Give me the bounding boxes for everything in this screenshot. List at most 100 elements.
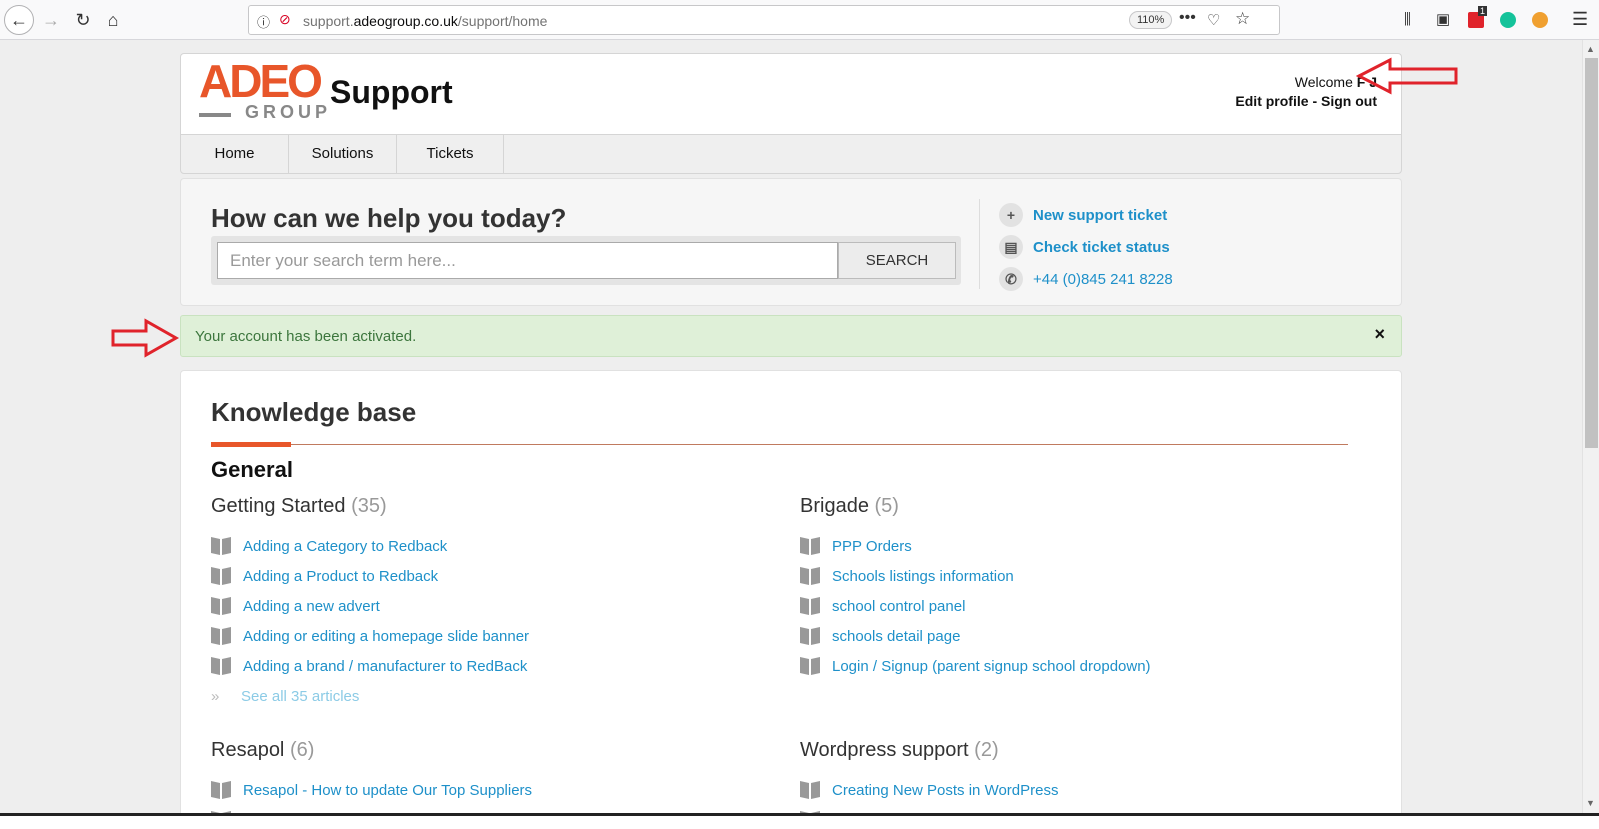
forward-icon[interactable]: → [36, 5, 66, 35]
book-icon [800, 538, 820, 554]
scroll-thumb[interactable] [1585, 58, 1598, 448]
help-title: How can we help you today? [211, 203, 567, 233]
article-link[interactable]: Login / Signup (parent signup school dro… [800, 651, 1360, 681]
book-icon [211, 658, 231, 674]
category-name[interactable]: Getting Started [211, 495, 346, 517]
home-icon[interactable]: ⌂ [98, 5, 128, 35]
search-form: SEARCH [211, 236, 961, 285]
category-name[interactable]: Wordpress support [800, 739, 969, 761]
book-icon [211, 538, 231, 554]
logo[interactable]: ADEO [199, 58, 323, 104]
kb-title: Knowledge base [211, 397, 417, 427]
category-name[interactable]: Brigade [800, 495, 869, 517]
pocket-icon[interactable]: ♡ [1207, 11, 1220, 29]
grammarly-icon[interactable] [1500, 12, 1516, 28]
more-actions-icon[interactable]: ••• [1179, 9, 1196, 27]
article-title[interactable]: Resapol - How to update Our Top Supplier… [243, 782, 532, 799]
category-count: (6) [289, 739, 315, 761]
phone-number: +44 (0)845 241 8228 [1033, 270, 1173, 288]
kb-rule [211, 444, 1348, 445]
check-status-label: Check ticket status [1033, 238, 1170, 256]
scroll-up-icon[interactable]: ▲ [1586, 44, 1595, 54]
bookmark-star-icon[interactable]: ☆ [1235, 9, 1250, 29]
category-header[interactable]: Resapol (6) [211, 739, 771, 775]
page-scrollbar[interactable]: ▲ ▼ [1582, 40, 1599, 813]
tab-solutions[interactable]: Solutions [289, 135, 397, 173]
article-link[interactable]: PPP Orders [800, 531, 1360, 561]
url-text[interactable]: support.adeogroup.co.uk/support/home [303, 13, 547, 29]
honey-icon[interactable] [1532, 12, 1548, 28]
check-status-link[interactable]: ▤ Check ticket status [999, 231, 1173, 263]
phone-link[interactable]: ✆ +44 (0)845 241 8228 [999, 263, 1173, 295]
article-title[interactable]: Creating New Posts in WordPress [832, 782, 1058, 799]
document-icon: ▤ [999, 235, 1023, 259]
category-header[interactable]: Getting Started (35) [211, 495, 771, 531]
category-brigade: Brigade (5) PPP Orders Schools listings … [800, 495, 1360, 681]
article-title[interactable]: Adding a Product to Redback [243, 568, 438, 585]
article-title[interactable]: Schools listings information [832, 568, 1014, 585]
book-icon [211, 568, 231, 584]
article-link[interactable]: Creating New Posts in WordPress [800, 775, 1360, 805]
category-header[interactable]: Brigade (5) [800, 495, 1360, 531]
alert-message: Your account has been activated. [195, 328, 417, 345]
book-icon [211, 628, 231, 644]
edit-profile-link[interactable]: Edit profile [1235, 93, 1308, 109]
help-links: + New support ticket ▤ Check ticket stat… [999, 199, 1173, 295]
address-bar[interactable]: ⓘ ⊘ support.adeogroup.co.uk/support/home… [248, 5, 1280, 35]
welcome-label: Welcome [1294, 74, 1353, 90]
new-ticket-label: New support ticket [1033, 206, 1168, 224]
article-link[interactable]: Adding a Category to Redback [211, 531, 771, 561]
see-all-label[interactable]: See all 35 articles [241, 688, 359, 705]
zoom-indicator[interactable]: 110% [1129, 11, 1173, 29]
insecure-lock-icon[interactable]: ⊘ [279, 11, 291, 28]
annotation-arrow-right [111, 318, 180, 358]
help-divider [979, 199, 980, 289]
sign-out-link[interactable]: Sign out [1321, 93, 1377, 109]
plus-icon: + [999, 203, 1023, 227]
tab-tickets[interactable]: Tickets [397, 135, 504, 173]
category-name[interactable]: Resapol [211, 739, 284, 761]
kb-section-title: General [211, 457, 293, 482]
article-link[interactable]: Adding a brand / manufacturer to RedBack [211, 651, 771, 681]
article-title[interactable]: school control panel [832, 598, 965, 615]
browser-toolbar: ← → ↻ ⌂ ⓘ ⊘ support.adeogroup.co.uk/supp… [0, 0, 1599, 40]
book-icon [800, 598, 820, 614]
article-link[interactable]: school control panel [800, 591, 1360, 621]
category-count: (35) [351, 495, 387, 517]
article-link[interactable]: Resapol - How to update Our Top Supplier… [211, 775, 771, 805]
article-title[interactable]: Login / Signup (parent signup school dro… [832, 658, 1151, 675]
back-icon[interactable]: ← [4, 5, 34, 35]
article-title[interactable]: PPP Orders [832, 538, 912, 555]
annotation-arrow-left [1356, 57, 1458, 95]
article-title[interactable]: Adding a Category to Redback [243, 538, 447, 555]
search-button[interactable]: SEARCH [838, 242, 956, 279]
new-ticket-link[interactable]: + New support ticket [999, 199, 1173, 231]
close-icon[interactable]: × [1374, 324, 1385, 345]
search-input[interactable] [217, 242, 838, 279]
library-icon[interactable]: ⫼ [1404, 11, 1411, 28]
article-title[interactable]: Adding or editing a homepage slide banne… [243, 628, 529, 645]
see-all-link[interactable]: » See all 35 articles [211, 681, 771, 711]
article-link[interactable]: Adding a new advert [211, 591, 771, 621]
menu-icon[interactable]: ☰ [1572, 9, 1588, 30]
book-icon [800, 782, 820, 798]
article-title[interactable]: Adding a brand / manufacturer to RedBack [243, 658, 527, 675]
scroll-down-icon[interactable]: ▼ [1586, 798, 1595, 808]
book-icon [800, 628, 820, 644]
article-link[interactable]: Adding or editing a homepage slide banne… [211, 621, 771, 651]
article-link[interactable]: Adding a Product to Redback [211, 561, 771, 591]
help-panel: How can we help you today? SEARCH + New … [180, 178, 1402, 306]
reload-icon[interactable]: ↻ [68, 5, 98, 35]
sidebar-icon[interactable]: ▣ [1436, 10, 1450, 28]
extension-badge: 1 [1478, 6, 1488, 16]
article-link[interactable]: schools detail page [800, 621, 1360, 651]
category-header[interactable]: Wordpress support (2) [800, 739, 1360, 775]
article-title[interactable]: Adding a new advert [243, 598, 380, 615]
article-title[interactable]: schools detail page [832, 628, 960, 645]
phone-icon: ✆ [999, 267, 1023, 291]
bottom-edge [0, 813, 1599, 829]
category-count: (2) [974, 739, 999, 761]
tab-home[interactable]: Home [181, 135, 289, 173]
article-link[interactable]: Schools listings information [800, 561, 1360, 591]
info-icon[interactable]: ⓘ [257, 12, 270, 31]
